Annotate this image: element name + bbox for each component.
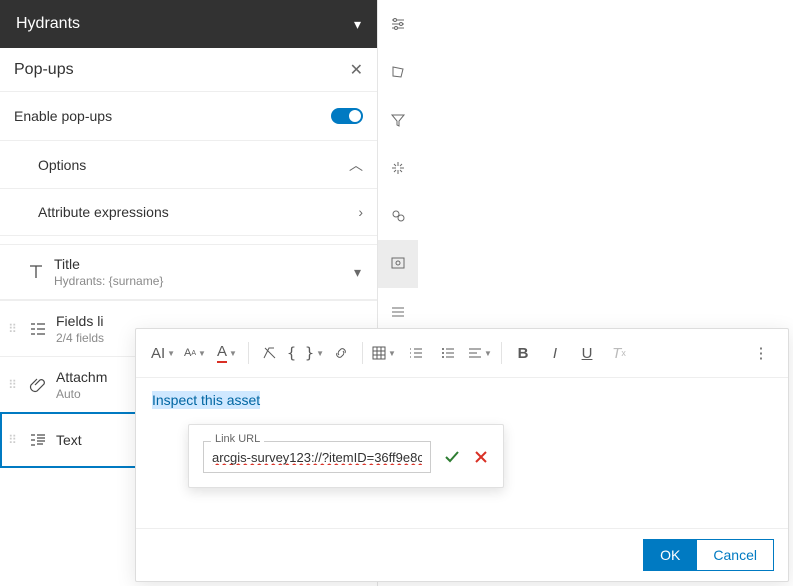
font-size-button[interactable]: AA▼ [180,339,210,367]
link-button[interactable] [326,339,356,367]
confirm-link-button[interactable] [443,448,461,466]
dialog-footer: OK Cancel [136,528,788,581]
popups-header: Pop-ups ✕ [0,48,377,92]
drag-handle-icon[interactable]: ⠿ [4,433,20,447]
enable-popups-row: Enable pop-ups [0,92,377,140]
attr-expr-label: Attribute expressions [38,204,169,220]
link-url-input[interactable] [203,441,431,473]
cancel-link-button[interactable] [473,449,489,465]
filter-icon[interactable] [378,96,418,144]
code-button[interactable]: { }▼ [287,339,324,367]
popup-title-item[interactable]: Title Hydrants: {surname} ▾ [0,244,377,300]
editor-area[interactable]: Inspect this asset Link URL [136,378,788,528]
item-sub: Hydrants: {surname} [54,274,354,288]
ai-button[interactable]: AI▼ [148,339,178,367]
close-icon[interactable]: ✕ [350,60,363,80]
tool-rail [378,0,418,336]
options-label: Options [38,157,86,173]
link-url-popup: Link URL [188,424,504,488]
title-icon [22,263,50,281]
polygon-icon[interactable] [378,48,418,96]
strike-button[interactable]: Tx [604,339,634,367]
sparkle-icon[interactable] [378,144,418,192]
layer-header[interactable]: Hydrants ▾ [0,0,377,48]
more-icon[interactable]: ⋮ [746,339,776,367]
enable-popups-toggle[interactable] [331,108,363,124]
text-editor-dialog: AI▼ AA▼ A▼ { }▼ ▼ ▼ B I U Tx ⋮ Inspect t… [135,328,789,582]
enable-popups-label: Enable pop-ups [14,108,112,124]
item-label: Title [54,256,354,272]
italic-button[interactable]: I [540,339,570,367]
text-icon [24,431,52,449]
cancel-button[interactable]: Cancel [697,539,774,571]
link-url-label: Link URL [211,433,264,445]
chevron-up-icon: ︿ [349,155,363,175]
editor-toolbar: AI▼ AA▼ A▼ { }▼ ▼ ▼ B I U Tx ⋮ [136,329,788,378]
ok-button[interactable]: OK [643,539,697,571]
item-label: Fields li [56,313,369,329]
attachment-icon [24,376,52,394]
bold-button[interactable]: B [508,339,538,367]
popup-config-icon[interactable] [378,240,418,288]
chevron-down-icon: ▾ [354,264,369,281]
settings-icon[interactable] [378,0,418,48]
attribute-expressions-row[interactable]: Attribute expressions › [0,188,377,236]
align-button[interactable]: ▼ [465,339,495,367]
numbered-list-button[interactable] [401,339,431,367]
font-color-button[interactable]: A▼ [212,339,242,367]
drag-handle-icon[interactable]: ⠿ [4,322,20,336]
popups-title: Pop-ups [14,61,74,79]
fields-icon [24,320,52,338]
selected-link-text[interactable]: Inspect this asset [152,391,260,409]
clear-format-button[interactable] [255,339,285,367]
bullet-list-button[interactable] [433,339,463,367]
layer-title: Hydrants [16,15,80,33]
cluster-icon[interactable] [378,192,418,240]
drag-handle-icon[interactable]: ⠿ [4,378,20,392]
options-row[interactable]: Options ︿ [0,140,377,188]
chevron-down-icon[interactable]: ▾ [354,16,361,33]
table-button[interactable]: ▼ [369,339,399,367]
chevron-right-icon: › [358,204,363,220]
underline-button[interactable]: U [572,339,602,367]
